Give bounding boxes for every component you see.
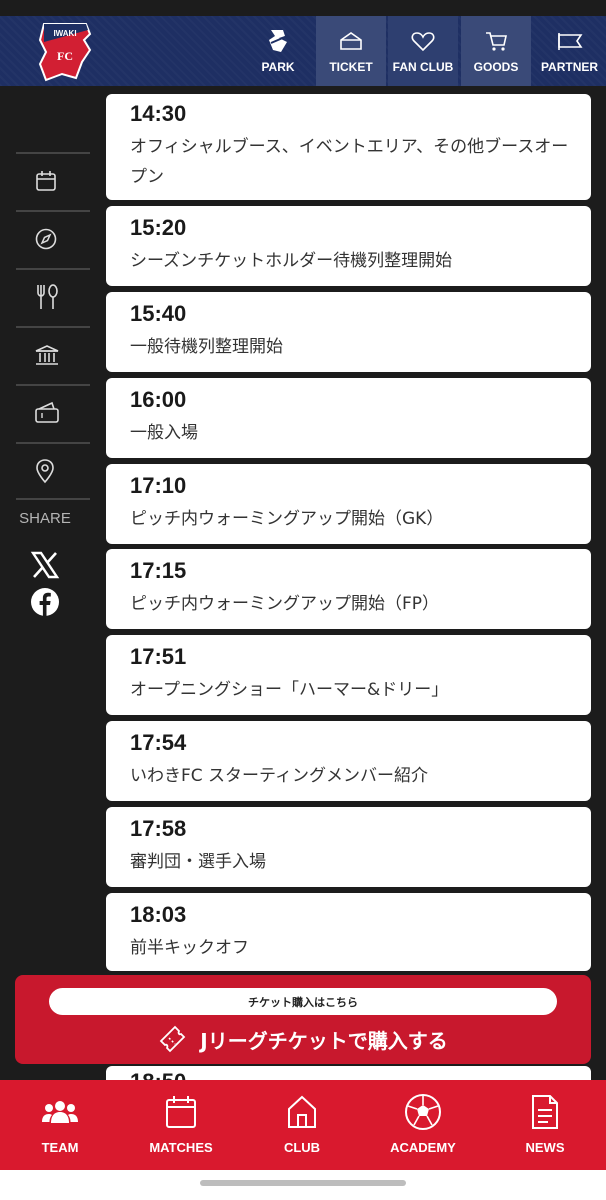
site-header: IWAKI FC PARK TICKET FAN CLUB GOODS PART… [0,16,606,86]
nav-ticket-label: TICKET [329,60,373,74]
bottom-nav-matches[interactable]: MATCHES [121,1080,241,1170]
schedule-text: 一般待機列整理開始 [130,337,283,357]
schedule-item: 15:40 一般待機列整理開始 [106,292,591,372]
sidebar-food[interactable] [16,268,90,324]
home-indicator[interactable] [200,1180,406,1186]
nav-partner-label: PARTNER [540,60,599,74]
nav-fan-club-label: FAN CLUB [392,60,454,74]
flag-icon [557,33,582,50]
compass-icon [35,228,57,250]
nav-partner[interactable]: PARTNER [533,16,606,86]
sidebar-stadium[interactable] [16,326,90,382]
park-icon [269,30,287,52]
document-icon [532,1095,558,1129]
team-icon [42,1101,78,1123]
bottom-nav-club[interactable]: CLUB [242,1080,362,1170]
schedule-time: 16:00 [130,387,187,412]
svg-text:IWAKI: IWAKI [53,29,76,38]
schedule-time: 18:03 [130,902,187,927]
schedule-text: 一般入場 [130,423,198,443]
schedule-item: 17:15 ピッチ内ウォーミングアップ開始（FP） [106,549,591,629]
schedule-time: 17:10 [130,473,187,498]
sidebar-guide[interactable] [16,210,90,266]
ticket-purchase-pill[interactable]: チケット購入はこちら [49,988,557,1015]
calendar-icon [166,1096,196,1128]
bottom-nav-club-label: CLUB [283,1140,321,1155]
x-icon[interactable] [30,551,60,579]
schedule-item: 14:30 オフィシャルブース、イベントエリア、その他ブースオープン [106,94,591,200]
schedule-text: オフィシャルブース、イベントエリア、その他ブースオープン [130,137,569,187]
bottom-nav-news-label: NEWS [525,1140,565,1155]
bottom-nav-matches-label: MATCHES [149,1140,213,1155]
soccer-ball-icon [405,1094,441,1130]
bottom-nav-team-label: TEAM [41,1140,79,1155]
sidebar-ticket[interactable] [16,384,90,440]
ticket-icon [159,1025,186,1053]
ticket-icon [340,32,362,50]
schedule-item: 17:51 オープニングショー「ハーマー&ドリー」 [106,635,591,715]
jleague-ticket-button[interactable]: Jリーグチケットで購入する [15,1021,591,1057]
heart-icon [411,32,435,52]
schedule-time: 14:30 [130,101,187,126]
bottom-nav-news[interactable]: NEWS [485,1080,605,1170]
schedule-text: 前半キックオフ [130,938,249,958]
schedule-item: 18:03 前半キックオフ [106,893,591,971]
nav-fan-club[interactable]: FAN CLUB [388,16,458,86]
bottom-nav-academy[interactable]: ACADEMY [363,1080,483,1170]
jleague-ticket-label: Jリーグチケットで購入する [200,1028,448,1053]
wallet-icon [35,401,59,423]
schedule-item: 15:20 シーズンチケットホルダー待機列整理開始 [106,206,591,286]
nav-park-label: PARK [261,60,295,74]
schedule-time: 17:51 [130,644,187,669]
bottom-nav-academy-label: ACADEMY [390,1140,456,1155]
location-icon [36,459,54,484]
bottom-nav-team[interactable]: TEAM [0,1080,120,1170]
schedule-time: 17:15 [130,558,187,583]
nav-park[interactable]: PARK [243,16,313,86]
schedule-item: 17:58 審判団・選手入場 [106,807,591,887]
schedule-text: シーズンチケットホルダー待機列整理開始 [130,251,453,271]
bottom-navigation: TEAM MATCHES CLUB ACADEMY NEWS [0,1080,606,1170]
calendar-icon [36,171,56,191]
facebook-icon[interactable] [30,587,60,617]
schedule-item: 17:10 ピッチ内ウォーミングアップ開始（GK） [106,464,591,544]
schedule-time: 15:20 [130,215,187,240]
home-icon [288,1095,316,1128]
ticket-purchase-banner[interactable]: チケット購入はこちら Jリーグチケットで購入する [15,975,591,1064]
schedule-text: オープニングショー「ハーマー&ドリー」 [130,680,449,700]
sidebar-schedule[interactable] [16,152,90,208]
schedule-time: 17:54 [130,730,187,755]
share-label: SHARE [19,510,71,527]
sidebar-access[interactable] [16,442,90,500]
stadium-icon [35,345,59,365]
cart-icon [486,32,507,51]
schedule-text: ピッチ内ウォーミングアップ開始（FP） [130,594,440,614]
svg-text:FC: FC [57,49,73,63]
schedule-text: 審判団・選手入場 [130,852,266,872]
schedule-item: 16:00 一般入場 [106,378,591,458]
nav-goods-label: GOODS [473,60,519,74]
iwaki-fc-logo[interactable]: IWAKI FC [36,20,94,82]
schedule-item: 17:54 いわきFC スターティングメンバー紹介 [106,721,591,801]
food-icon [37,284,58,309]
schedule-text: いわきFC スターティングメンバー紹介 [130,766,429,786]
schedule-time: 17:58 [130,816,187,841]
nav-goods[interactable]: GOODS [461,16,531,86]
schedule-time: 15:40 [130,301,187,326]
schedule-text: ピッチ内ウォーミングアップ開始（GK） [130,509,444,529]
nav-ticket[interactable]: TICKET [316,16,386,86]
